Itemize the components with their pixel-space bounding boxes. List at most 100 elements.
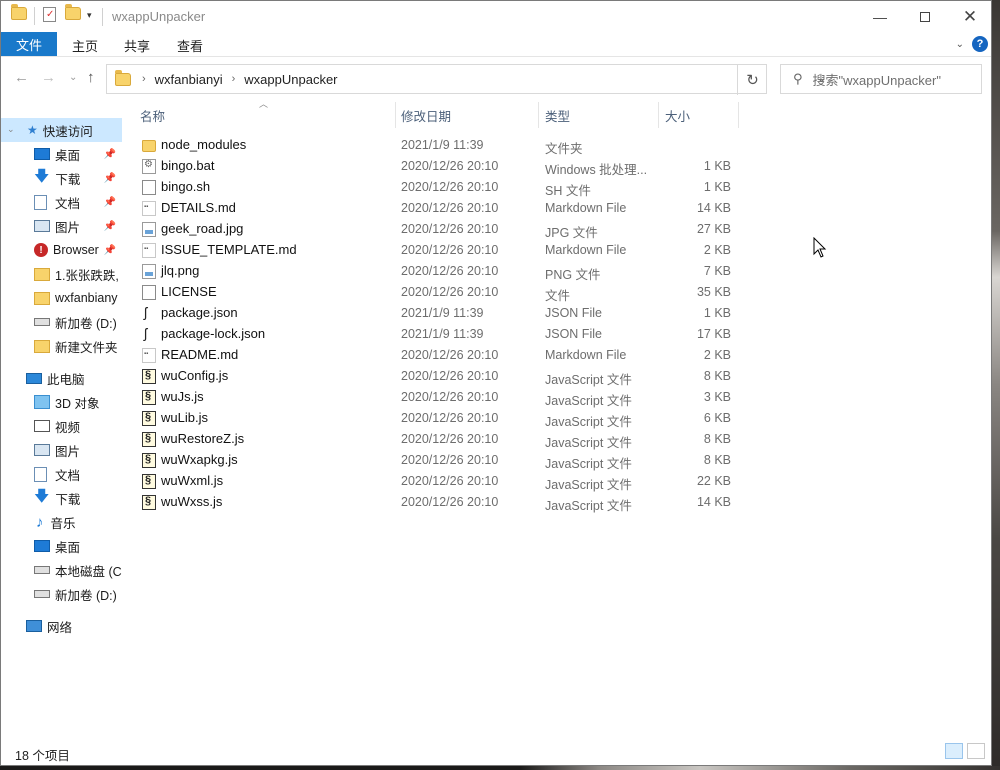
pin-icon[interactable]: 📌 [104,221,116,232]
large-icons-view-icon[interactable] [967,743,985,759]
file-name: ISSUE_TEMPLATE.md [161,242,297,257]
sidebar-item-this-pc[interactable]: 此电脑 [1,366,122,390]
tab-file[interactable]: 文件 [1,32,57,56]
minimize-icon: — [873,8,887,25]
pin-icon[interactable]: 📌 [104,173,116,184]
sidebar-item-drive-d[interactable]: 新加卷 (D:) [1,310,122,334]
file-row[interactable]: bingo.sh 2020/12/26 20:10 SH 文件 1 KB [137,177,739,198]
maximize-button[interactable] [902,1,948,32]
close-button[interactable]: ✕ [947,1,991,32]
sidebar-item-videos[interactable]: 视频 [1,414,122,438]
sidebar-item-pictures-pc[interactable]: 图片 [1,438,122,462]
column-header-size[interactable]: 大小 [665,102,690,128]
breadcrumb-wxappunpacker[interactable]: wxappUnpacker [244,72,337,87]
sidebar-item-documents-pc[interactable]: 文档 [1,462,122,486]
sidebar-item-new-folder[interactable]: 新建文件夹 [1,334,122,358]
sidebar-item-desktop-pc[interactable]: 桌面 [1,534,122,558]
picture-icon [34,220,50,232]
tab-view[interactable]: 查看 [177,36,203,55]
file-row[interactable]: wuWxml.js 2020/12/26 20:10 JavaScript 文件 22… [137,471,739,492]
download-icon: 🡇 [34,167,50,185]
folder-icon [34,267,50,281]
sidebar-item-pictures[interactable]: 图片 📌 [1,214,122,238]
forward-icon[interactable]: → [41,69,56,86]
pin-icon[interactable]: 📌 [104,245,116,256]
computer-icon [26,372,42,384]
file-row[interactable]: DETAILS.md 2020/12/26 20:10 Markdown File 1… [137,198,739,219]
file-row[interactable]: wuJs.js 2020/12/26 20:10 JavaScript 文件 3 KB [137,387,739,408]
details-view-icon[interactable] [945,743,963,759]
back-icon[interactable]: ← [14,69,29,86]
sidebar-item-network[interactable]: 网络 [1,614,122,638]
pin-icon[interactable]: 📌 [104,149,116,160]
expand-ribbon-icon[interactable]: ⌄ [956,39,964,50]
file-name: wuLib.js [161,410,208,425]
column-header-name[interactable]: 名称 [140,102,165,128]
file-size: 6 KB [703,411,731,425]
image-file-icon [142,264,156,279]
navigation-pane: ⌄ ★ 快速访问 桌面 📌 🡇 下载 📌 文档 📌 图片 📌 ! Browser 📌 1.… [1,101,122,736]
file-type: JavaScript 文件 [545,394,632,408]
file-row[interactable]: geek_road.jpg 2020/12/26 20:10 JPG 文件 27 KB [137,219,739,240]
file-row[interactable]: wuConfig.js 2020/12/26 20:10 JavaScript 文件… [137,366,739,387]
search-icon: ⚲ [793,71,803,86]
help-icon[interactable]: ? [972,36,988,52]
minimize-button[interactable]: — [857,1,903,32]
chevron-right-icon[interactable]: › [142,73,146,85]
sidebar-item-3d-objects[interactable]: 3D 对象 [1,390,122,414]
file-row[interactable]: wuRestoreZ.js 2020/12/26 20:10 JavaScript … [137,429,739,450]
column-divider[interactable] [538,102,539,128]
file-row[interactable]: README.md 2020/12/26 20:10 Markdown File 2 … [137,345,739,366]
sidebar-item-desktop[interactable]: 桌面 📌 [1,142,122,166]
json-file-icon [142,304,156,321]
refresh-icon[interactable]: ↻ [737,65,767,95]
tab-share[interactable]: 共享 [124,36,150,55]
chevron-right-icon[interactable]: › [232,73,236,85]
file-row[interactable]: jlq.png 2020/12/26 20:10 PNG 文件 7 KB [137,261,739,282]
file-type: JavaScript 文件 [545,436,632,450]
file-size: 1 KB [703,306,731,320]
folder-warning-icon: ! [34,243,48,257]
pin-icon[interactable]: 📌 [104,197,116,208]
customize-quick-access-icon[interactable]: ▾ [87,10,92,21]
file-size: 3 KB [703,390,731,404]
sidebar-item-downloads-pc[interactable]: 🡇 下载 [1,486,122,510]
column-header-type[interactable]: 类型 [545,102,570,128]
file-row[interactable]: LICENSE 2020/12/26 20:10 文件 35 KB [137,282,739,303]
file-row[interactable]: bingo.bat 2020/12/26 20:10 Windows 批处理... 1… [137,156,739,177]
file-row[interactable]: wuWxss.js 2020/12/26 20:10 JavaScript 文件 14… [137,492,739,513]
breadcrumb-wxfanbianyi[interactable]: wxfanbianyi [155,72,223,87]
file-row[interactable]: node_modules 2021/1/9 11:39 文件夹 [137,135,739,156]
new-folder-icon[interactable] [65,4,81,20]
column-header-date[interactable]: 修改日期 [401,102,451,128]
column-divider[interactable] [658,102,659,128]
file-name: node_modules [161,137,247,152]
sidebar-item-music[interactable]: ♪ 音乐 [1,510,122,534]
file-type: JavaScript 文件 [545,373,632,387]
properties-icon[interactable]: ✓ [43,7,56,22]
file-row[interactable]: package-lock.json 2021/1/9 11:39 JSON File… [137,324,739,345]
music-icon: ♪ [36,513,44,531]
column-divider[interactable] [738,102,739,128]
sidebar-item-browser[interactable]: ! Browser 📌 [1,238,122,262]
tab-home[interactable]: 主页 [72,36,98,55]
sidebar-item-drive-c[interactable]: 本地磁盘 (C [1,558,122,582]
sidebar-item-wxfanbianyi[interactable]: wxfanbiany [1,286,122,310]
sidebar-item-drive-d-pc[interactable]: 新加卷 (D:) [1,582,122,606]
search-input[interactable]: ⚲ 搜索"wxappUnpacker" [780,64,982,94]
file-row[interactable]: wuWxapkg.js 2020/12/26 20:10 JavaScript 文件… [137,450,739,471]
sidebar-item-documents[interactable]: 文档 📌 [1,190,122,214]
3d-objects-icon [34,395,50,409]
sidebar-item-folder-1[interactable]: 1.张张跌跌, [1,262,122,286]
address-bar[interactable]: › wxfanbianyi › wxappUnpacker ⌄ ↻ [106,64,826,95]
recent-locations-icon[interactable]: ⌄ [69,72,77,83]
file-row[interactable]: ISSUE_TEMPLATE.md 2020/12/26 20:10 Markdow… [137,240,739,261]
file-row[interactable]: package.json 2021/1/9 11:39 JSON File 1 KB [137,303,739,324]
up-icon[interactable]: ↑ [87,69,95,86]
file-row[interactable]: wuLib.js 2020/12/26 20:10 JavaScript 文件 6 K… [137,408,739,429]
column-divider[interactable] [395,102,396,128]
sidebar-item-downloads[interactable]: 🡇 下载 📌 [1,166,122,190]
file-size: 22 KB [696,474,731,488]
chevron-down-icon[interactable]: ⌄ [7,124,15,135]
sidebar-item-quick-access[interactable]: ⌄ ★ 快速访问 [1,118,122,142]
